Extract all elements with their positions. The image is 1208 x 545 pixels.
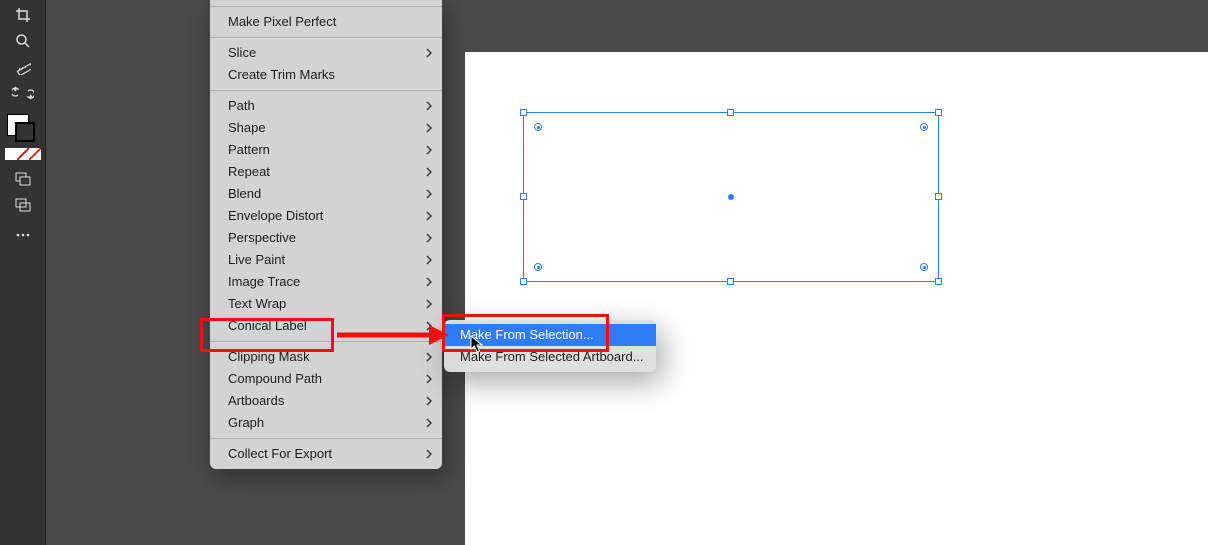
menu-item-make-pixel-perfect[interactable]: Make Pixel Perfect: [210, 11, 442, 33]
menu-item-label: Slice: [228, 45, 256, 60]
menu-item-blend[interactable]: Blend: [210, 183, 442, 205]
stroke-color-swatch[interactable]: [15, 122, 35, 142]
menu-item-label: Make From Selected Artboard...: [460, 349, 644, 364]
menu-item-label: Perspective: [228, 230, 296, 245]
submenu-item-make-from-artboard[interactable]: Make From Selected Artboard...: [444, 346, 656, 368]
resize-handle-bl[interactable]: [520, 278, 527, 285]
menu-item-label: Image Trace: [228, 274, 300, 289]
color-mode-none[interactable]: [29, 148, 41, 160]
menu-item-graph[interactable]: Graph: [210, 412, 442, 434]
menu-item-label: Path: [228, 98, 255, 113]
menu-item-slice[interactable]: Slice: [210, 42, 442, 64]
zoom-tool-icon[interactable]: [7, 30, 39, 52]
chevron-right-icon: [426, 443, 432, 465]
chevron-right-icon: [426, 249, 432, 271]
chevron-right-icon: [426, 42, 432, 64]
menu-item-artboards[interactable]: Artboards: [210, 390, 442, 412]
menu-item-label: Collect For Export: [228, 446, 332, 461]
menu-item-label: Compound Path: [228, 371, 322, 386]
anchor-point-bl[interactable]: [534, 263, 542, 271]
chevron-right-icon: [426, 293, 432, 315]
color-mode-solid[interactable]: [5, 148, 17, 160]
menu-item-image-trace[interactable]: Image Trace: [210, 271, 442, 293]
chevron-right-icon: [426, 271, 432, 293]
menu-item-label: Pattern: [228, 142, 270, 157]
crop-tool-icon[interactable]: [7, 4, 39, 26]
undo-redo-icon[interactable]: [7, 82, 39, 104]
screen-mode-alt-icon[interactable]: [7, 194, 39, 216]
menu-item-label: Artboards: [228, 393, 284, 408]
menu-item-label: Make Pixel Perfect: [228, 14, 336, 29]
object-menu-dropdown: Make Pixel Perfect Slice Create Trim Mar…: [210, 0, 442, 469]
resize-handle-ml[interactable]: [520, 193, 527, 200]
color-mode-gradient[interactable]: [17, 148, 29, 160]
menu-item-clipping-mask[interactable]: Clipping Mask: [210, 346, 442, 368]
menu-item-envelope-distort[interactable]: Envelope Distort: [210, 205, 442, 227]
selected-rectangle[interactable]: [523, 112, 939, 282]
resize-handle-tm[interactable]: [727, 109, 734, 116]
selection-center: [728, 194, 734, 200]
menu-item-shape[interactable]: Shape: [210, 117, 442, 139]
chevron-right-icon: [426, 161, 432, 183]
chevron-right-icon: [426, 412, 432, 434]
chevron-right-icon: [426, 315, 432, 337]
menu-item-label: Text Wrap: [228, 296, 286, 311]
tools-panel: [0, 0, 46, 545]
menu-item-compound-path[interactable]: Compound Path: [210, 368, 442, 390]
fill-stroke-swatches[interactable]: [7, 114, 39, 144]
menu-item-label: Conical Label: [228, 318, 307, 333]
chevron-right-icon: [426, 390, 432, 412]
menu-item-label: Shape: [228, 120, 266, 135]
menu-item-label: Clipping Mask: [228, 349, 310, 364]
chevron-right-icon: [426, 346, 432, 368]
chevron-right-icon: [426, 117, 432, 139]
submenu-item-make-from-selection[interactable]: Make From Selection...: [444, 324, 656, 346]
menu-item-label: Blend: [228, 186, 261, 201]
chevron-right-icon: [426, 368, 432, 390]
chevron-right-icon: [426, 139, 432, 161]
anchor-point-tl[interactable]: [534, 123, 542, 131]
menu-item-path[interactable]: Path: [210, 95, 442, 117]
menu-item-label: Repeat: [228, 164, 270, 179]
measure-tool-icon[interactable]: [7, 56, 39, 78]
menu-item-label: Live Paint: [228, 252, 285, 267]
chevron-right-icon: [426, 95, 432, 117]
anchor-point-br[interactable]: [920, 263, 928, 271]
resize-handle-bm[interactable]: [727, 278, 734, 285]
chevron-right-icon: [426, 205, 432, 227]
resize-handle-mr[interactable]: [935, 193, 942, 200]
menu-item-live-paint[interactable]: Live Paint: [210, 249, 442, 271]
anchor-point-tr[interactable]: [920, 123, 928, 131]
menu-item-label: Graph: [228, 415, 264, 430]
menu-item-label: Envelope Distort: [228, 208, 323, 223]
menu-item-text-wrap[interactable]: Text Wrap: [210, 293, 442, 315]
menu-item-label: Create Trim Marks: [228, 67, 335, 82]
screen-mode-icon[interactable]: [7, 168, 39, 190]
artboard[interactable]: [465, 52, 1208, 545]
menu-item-conical-label[interactable]: Conical Label: [210, 315, 442, 337]
resize-handle-br[interactable]: [935, 278, 942, 285]
more-tools-icon[interactable]: [7, 224, 39, 246]
menu-item-pattern[interactable]: Pattern: [210, 139, 442, 161]
menu-item-create-trim-marks[interactable]: Create Trim Marks: [210, 64, 442, 86]
chevron-right-icon: [426, 227, 432, 249]
resize-handle-tr[interactable]: [935, 109, 942, 116]
menu-item-repeat[interactable]: Repeat: [210, 161, 442, 183]
menu-item-perspective[interactable]: Perspective: [210, 227, 442, 249]
conical-label-submenu: Make From Selection... Make From Selecte…: [444, 320, 656, 372]
chevron-right-icon: [426, 183, 432, 205]
resize-handle-tl[interactable]: [520, 109, 527, 116]
menu-item-label: Make From Selection...: [460, 327, 594, 342]
menu-item-collect-for-export[interactable]: Collect For Export: [210, 443, 442, 465]
